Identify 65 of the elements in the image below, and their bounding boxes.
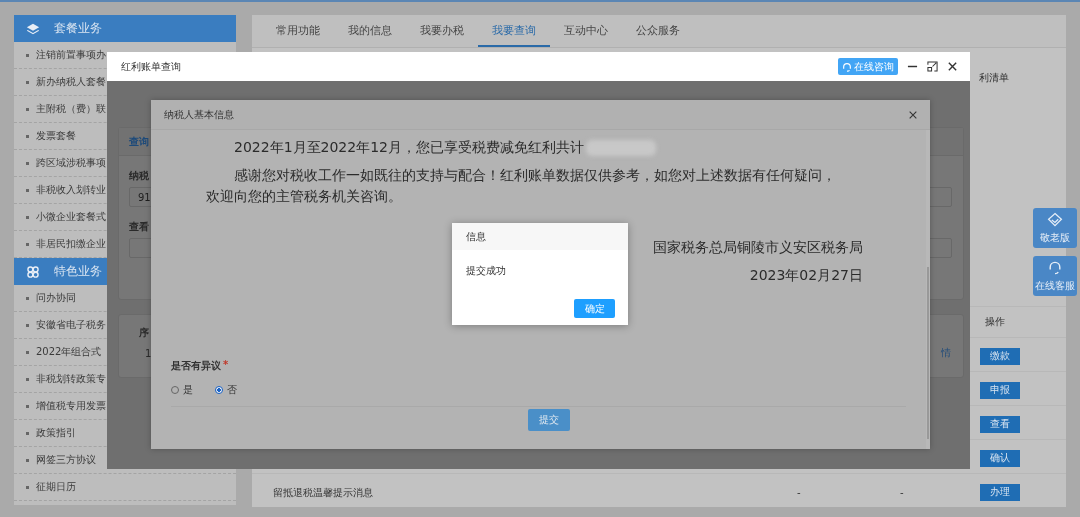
tab[interactable]: 我的信息 — [334, 15, 406, 47]
bullet-icon — [26, 242, 29, 246]
bullet-icon — [26, 458, 29, 462]
sidebar-section-header[interactable]: 套餐业务 — [14, 15, 236, 42]
close-icon[interactable] — [908, 109, 918, 120]
clover-icon — [26, 264, 40, 279]
column-header: 操作 — [984, 315, 1006, 329]
bullet-icon — [26, 134, 29, 138]
bullet-icon — [26, 188, 29, 192]
bullet-icon — [26, 296, 29, 300]
headset-icon — [1047, 259, 1063, 276]
floating-button[interactable]: 敬老版 — [1033, 208, 1077, 248]
bullet-icon — [26, 323, 29, 327]
table-cell-text: 1 — [144, 347, 153, 359]
tab[interactable]: 公众服务 — [622, 15, 694, 47]
bullet-icon — [26, 431, 29, 435]
section-title: 套餐业务 — [54, 20, 102, 37]
diamond-hand-icon — [1047, 211, 1063, 228]
maximize-icon[interactable] — [927, 61, 938, 72]
section-title: 特色业务 — [54, 263, 102, 280]
consult-button[interactable]: 在线咨询 — [838, 58, 898, 75]
tab[interactable]: 我要办税 — [406, 15, 478, 47]
date-text: 2023年02月27日 — [749, 267, 863, 283]
layers-icon — [26, 21, 40, 36]
close-icon[interactable] — [947, 61, 958, 72]
summary-text: 2022年1月至2022年12月，您已享受税费减免红利共计 — [234, 138, 584, 157]
field-label: 查看 — [129, 220, 149, 234]
signature-text: 国家税务总局铜陵市义安区税务局 — [653, 239, 863, 255]
bullet-icon — [26, 161, 29, 165]
column-header: 序 — [138, 326, 150, 340]
message-text: 提交成功 — [466, 265, 506, 276]
field-label: 纳税 — [129, 169, 149, 183]
sidebar-item[interactable]: 征期日历 — [14, 474, 236, 501]
action-button[interactable]: 确认 — [980, 449, 1020, 467]
bullet-icon — [26, 350, 29, 354]
table-cell: 留抵退税温馨提示消息 — [273, 487, 373, 498]
floating-button[interactable]: 在线客服 — [1033, 256, 1077, 296]
action-button[interactable]: 查看 — [980, 415, 1020, 433]
tab[interactable]: 常用功能 — [262, 15, 334, 47]
thanks-paragraph: 感谢您对税收工作一如既往的支持与配合！红利账单数据仅供参考，如您对上述数据有任何疑问，欢迎向您的主管税务机关咨询。 — [206, 166, 837, 206]
bullet-icon — [26, 53, 29, 57]
heading-text: 利清单 — [979, 71, 1009, 85]
ok-button[interactable]: 确定 — [574, 299, 615, 318]
bullet-icon — [26, 80, 29, 84]
table-cell: - — [797, 487, 801, 498]
bullet-icon — [26, 485, 29, 489]
window-title: 红利账单查询 — [121, 59, 181, 74]
radio-option[interactable]: 是 — [171, 383, 193, 397]
action-button[interactable]: 缴款 — [980, 347, 1020, 365]
radio-option[interactable]: 否 — [215, 383, 237, 397]
dialog-title: 信息 — [466, 229, 486, 244]
action-button[interactable]: 申报 — [980, 381, 1020, 399]
required-mark: * — [223, 359, 229, 372]
bullet-icon — [26, 215, 29, 219]
bullet-icon — [26, 107, 29, 111]
tab[interactable]: 互动中心 — [550, 15, 622, 47]
bullet-icon — [26, 377, 29, 381]
table-cell: - — [900, 487, 904, 498]
tab[interactable]: 我要查询 — [478, 15, 550, 47]
submit-button[interactable]: 提交 — [527, 409, 570, 431]
bullet-icon — [26, 404, 29, 408]
action-button[interactable]: 办理 — [980, 483, 1020, 501]
headset-icon — [842, 61, 852, 72]
dialog-title: 纳税人基本信息 — [164, 107, 234, 122]
question-label: 是否有异议 — [171, 359, 221, 373]
